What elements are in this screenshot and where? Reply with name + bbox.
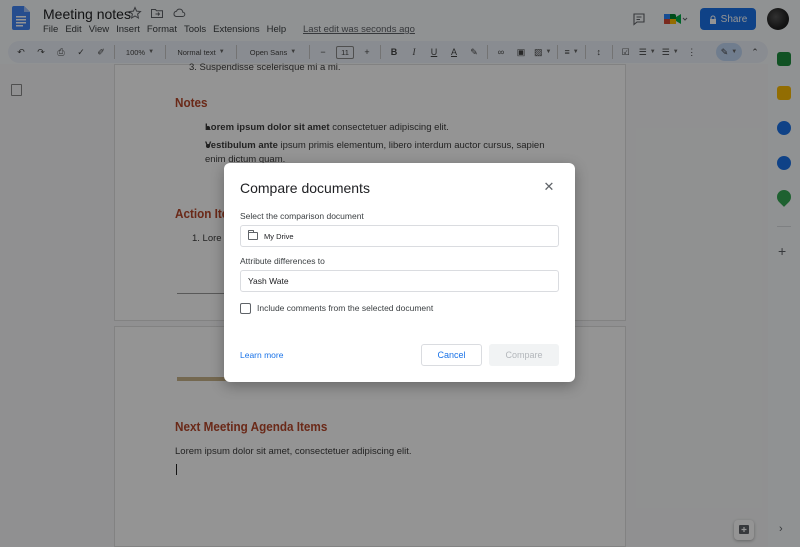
cancel-button[interactable]: Cancel	[421, 344, 482, 366]
dialog-title: Compare documents	[240, 180, 370, 196]
attribute-differences-label: Attribute differences to	[240, 256, 325, 266]
compare-button[interactable]: Compare	[489, 344, 559, 366]
comparison-document-picker[interactable]: My Drive	[240, 225, 559, 247]
close-icon[interactable]: ✕	[542, 180, 556, 194]
learn-more-link[interactable]: Learn more	[240, 350, 283, 360]
attribute-differences-input[interactable]: Yash Wate	[240, 270, 559, 292]
attribute-value: Yash Wate	[248, 276, 289, 286]
folder-icon	[248, 230, 258, 240]
include-comments-label[interactable]: Include comments from the selected docum…	[257, 303, 433, 313]
select-document-label: Select the comparison document	[240, 211, 364, 221]
include-comments-checkbox[interactable]	[240, 303, 251, 314]
picker-value: My Drive	[264, 231, 294, 241]
compare-documents-dialog: Compare documents ✕ Select the compariso…	[224, 163, 575, 382]
